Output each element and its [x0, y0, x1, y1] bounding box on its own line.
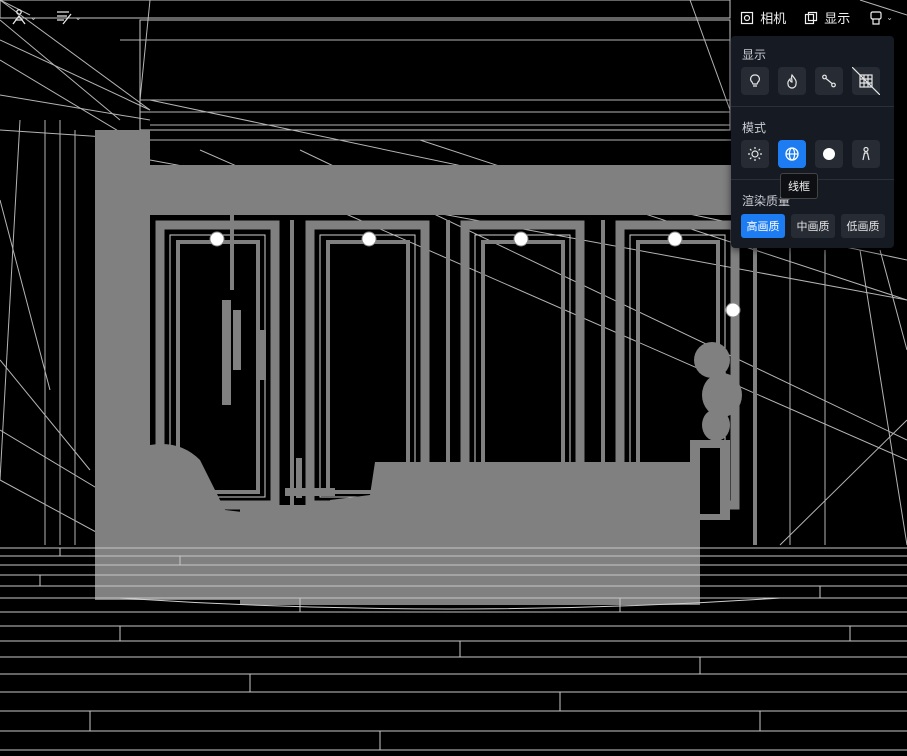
chevron-down-icon: ⌄	[886, 13, 893, 22]
toggle-grid-button[interactable]	[852, 67, 880, 95]
person-tool-button[interactable]: ⌄	[10, 8, 37, 26]
toggle-lights-button[interactable]	[741, 67, 769, 95]
divider	[731, 106, 894, 107]
toggle-path-button[interactable]	[815, 67, 843, 95]
chevron-down-icon: ⌄	[74, 12, 82, 22]
grid-off-icon	[852, 67, 880, 95]
person-move-icon	[12, 9, 26, 25]
display-section-title: 显示	[742, 48, 767, 62]
person-icon	[862, 146, 870, 161]
brush-tool-button[interactable]: ⌄	[55, 8, 82, 26]
mode-lighting-button[interactable]	[741, 140, 769, 168]
display-button[interactable]: 显示	[804, 8, 850, 27]
display-panel: 显示 模式 渲染质量 高画质 中画质 低画质 线框	[731, 36, 894, 248]
camera-label: 相机	[760, 12, 787, 27]
toolbar-right: 相机 显示 ⌄	[740, 8, 893, 27]
toolbar-left: ⌄ ⌄	[10, 8, 81, 26]
quality-options: 高画质 中画质 低画质	[741, 214, 885, 238]
share-button[interactable]: ⌄	[868, 10, 893, 26]
display-icon-row	[741, 67, 880, 95]
mode-solid-button[interactable]	[815, 140, 843, 168]
share-icon	[870, 10, 882, 25]
chevron-down-icon: ⌄	[30, 12, 37, 22]
mode-wireframe-button[interactable]	[778, 140, 806, 168]
camera-button[interactable]: 相机	[740, 8, 786, 27]
quality-medium-button[interactable]: 中画质	[791, 214, 835, 238]
path-nodes-icon	[822, 74, 836, 88]
display-icon	[805, 11, 818, 24]
wireframe-tooltip: 线框	[780, 173, 818, 199]
sun-icon	[748, 147, 762, 161]
mode-section-title: 模式	[742, 121, 767, 135]
lightbulb-icon	[750, 74, 760, 87]
display-label: 显示	[824, 12, 851, 27]
brush-icon	[56, 11, 72, 25]
quality-high-button[interactable]: 高画质	[741, 214, 785, 238]
mode-icon-row	[741, 140, 880, 168]
camera-icon	[741, 11, 754, 24]
flame-icon	[787, 73, 797, 89]
mode-person-button[interactable]	[852, 140, 880, 168]
toggle-flame-button[interactable]	[778, 67, 806, 95]
solid-circle-icon	[823, 148, 835, 160]
quality-low-button[interactable]: 低画质	[841, 214, 885, 238]
globe-icon	[785, 147, 799, 161]
